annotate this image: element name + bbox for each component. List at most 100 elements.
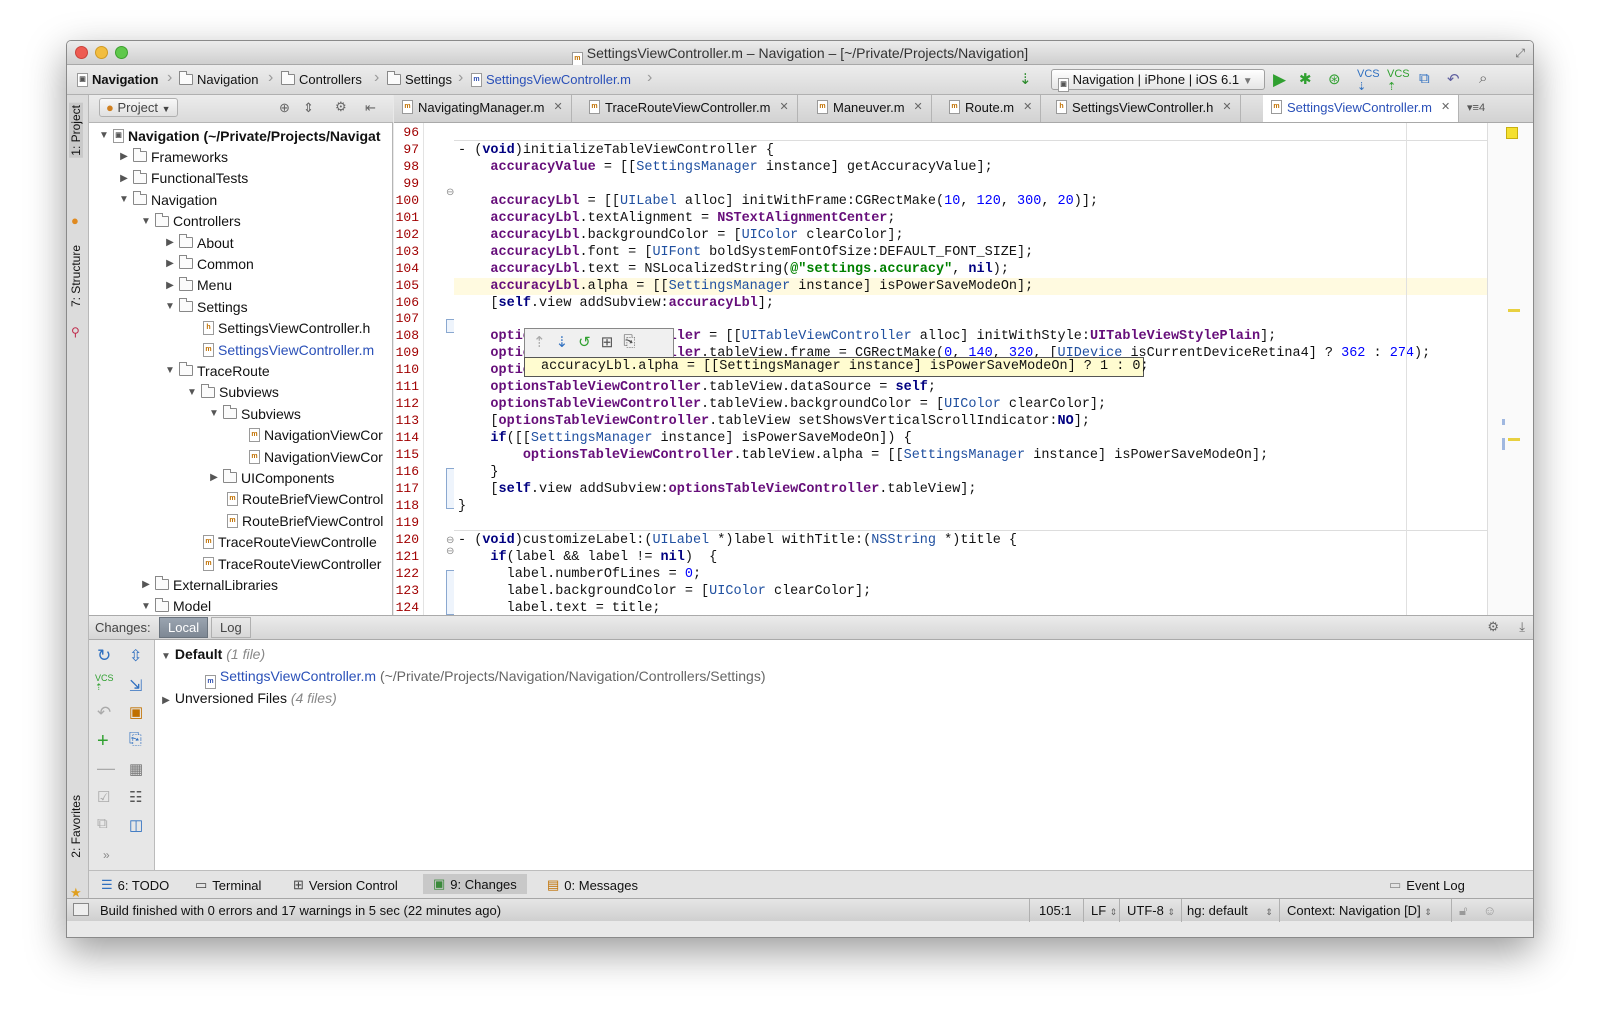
line-number[interactable]: 120 (396, 532, 419, 547)
changed-file-row[interactable]: m SettingsViewController.m (~/Private/Pr… (205, 668, 766, 689)
tree-node[interactable]: m TraceRouteViewControlle (189, 532, 377, 553)
tree-node[interactable]: ▶ Menu (165, 275, 232, 296)
editor-tab[interactable]: m TraceRouteViewController.m ✕ (581, 95, 798, 122)
editor-tab[interactable]: h SettingsViewController.h ✕ (1048, 95, 1241, 122)
close-icon[interactable]: ✕ (914, 100, 923, 113)
line-number[interactable]: 111 (396, 379, 419, 394)
line-number[interactable]: 109 (396, 345, 419, 360)
line-number[interactable]: 106 (396, 295, 419, 310)
tree-node[interactable]: ▼ Controllers (141, 211, 241, 232)
tree-node[interactable]: m SettingsViewController.m (189, 339, 374, 360)
tree-node[interactable]: m RouteBriefViewControl (213, 489, 383, 510)
profile-icon[interactable]: ⊛ (1328, 70, 1341, 88)
collapse-all-icon[interactable]: ⇕ (303, 100, 314, 116)
line-number[interactable]: 116 (396, 464, 419, 479)
expand-all-icon[interactable]: ⇳ (129, 646, 142, 666)
expanded-triangle-icon[interactable]: ▼ (165, 365, 175, 376)
close-icon[interactable]: ✕ (553, 100, 562, 113)
breadcrumb-settings[interactable]: Settings (387, 71, 452, 87)
code-line[interactable]: } (458, 498, 466, 515)
tab-local[interactable]: Local (159, 617, 209, 638)
breadcrumb-project[interactable]: ▣ Navigation (77, 72, 158, 87)
tree-node[interactable]: h SettingsViewController.h (189, 318, 370, 339)
previous-change-icon[interactable]: ⇡ (533, 333, 546, 354)
line-number[interactable]: 101 (396, 210, 419, 225)
changes-tool-button[interactable]: ▣ 9: Changes (423, 874, 527, 894)
code-line[interactable]: [self.view addSubview:accuracyLbl]; (458, 295, 774, 312)
code-line[interactable]: } (458, 464, 498, 481)
tree-node[interactable]: m NavigationViewCor (235, 446, 383, 467)
revert-icon[interactable]: ↶ (97, 703, 111, 723)
tree-node[interactable]: ▶ Common (165, 253, 254, 274)
vcs-commit-icon[interactable]: VCS ⇡ (1387, 68, 1410, 93)
line-number[interactable]: 118 (396, 498, 419, 513)
code-line[interactable]: - (void)initializeTableViewController { (458, 142, 774, 159)
make-icon[interactable]: ⇣ (1019, 70, 1032, 88)
version-control-tool-button[interactable]: ⊞ Version Control (293, 877, 398, 893)
search-icon[interactable]: ⌕ (1479, 70, 1487, 87)
line-number[interactable]: 107 (396, 311, 419, 326)
hide-icon[interactable]: ⤓ (1519, 619, 1525, 635)
context-select[interactable]: Context: Navigation [D] ⇕ (1287, 903, 1432, 918)
warning-status-icon[interactable] (1506, 127, 1518, 139)
tree-node[interactable]: ▼ Subviews (187, 382, 279, 403)
line-number[interactable]: 108 (396, 328, 419, 343)
tree-node[interactable]: ▼ ▣ Navigation (~/Private/Projects/Navigat (99, 125, 380, 146)
code-line[interactable]: - (void)customizeLabel:(UILabel *)label … (458, 532, 1017, 549)
compare-icon[interactable]: ⧉ (1419, 70, 1430, 87)
add-icon[interactable]: + (97, 730, 109, 753)
breadcrumb-module[interactable]: Navigation (179, 71, 258, 87)
code-line[interactable]: label.numberOfLines = 0; (458, 566, 701, 583)
error-stripe[interactable] (1487, 123, 1533, 615)
line-number[interactable]: 122 (396, 566, 419, 581)
code-line[interactable]: optionsTableViewController.tableView.dat… (458, 379, 936, 396)
line-number[interactable]: 100 (396, 193, 419, 208)
toggle-tool-windows-icon[interactable] (73, 903, 89, 916)
collapsed-triangle-icon[interactable]: ▶ (209, 472, 219, 483)
code-line[interactable]: accuracyLbl.font = [UIFont boldSystemFon… (458, 244, 1033, 261)
tree-node[interactable]: m NavigationViewCor (235, 425, 383, 446)
tree-node[interactable]: ▼ Subviews (209, 403, 301, 424)
code-line[interactable]: accuracyLbl = [[UILabel alloc] initWithF… (458, 193, 1098, 210)
line-number[interactable]: 110 (396, 362, 419, 377)
tree-node[interactable]: ▼ Navigation (119, 189, 217, 210)
copy-icon[interactable]: ⎘ (623, 333, 635, 354)
terminal-tool-button[interactable]: ▭ Terminal (195, 877, 261, 893)
line-number[interactable]: 112 (396, 396, 419, 411)
line-number[interactable]: 117 (396, 481, 419, 496)
line-number[interactable]: 98 (403, 159, 419, 174)
lock-icon[interactable]: 🔓︎ (1459, 903, 1467, 919)
code-line[interactable]: [optionsTableViewController.tableView se… (458, 413, 1090, 430)
code-line[interactable]: label.backgroundColor = [UIColor clearCo… (458, 583, 872, 600)
expanded-triangle-icon[interactable]: ▼ (119, 194, 129, 205)
change-marker[interactable] (1502, 419, 1505, 425)
line-number[interactable]: 97 (403, 142, 419, 157)
line-number[interactable]: 113 (396, 413, 419, 428)
group-icon[interactable]: ▦ (129, 760, 143, 778)
code-line[interactable]: accuracyLbl.textAlignment = NSTextAlignm… (458, 210, 895, 227)
tree-node[interactable]: ▶ About (165, 232, 234, 253)
expanded-triangle-icon[interactable]: ▼ (209, 408, 219, 419)
close-icon[interactable]: ✕ (1441, 100, 1450, 113)
tree-node[interactable]: ▼ Settings (165, 296, 248, 317)
next-change-icon[interactable]: ⇣ (556, 333, 569, 354)
warning-marker[interactable] (1508, 438, 1520, 441)
revert-icon[interactable]: ↶ (1447, 70, 1460, 88)
collapsed-triangle-icon[interactable]: ▶ (141, 579, 151, 590)
line-number[interactable]: 104 (396, 261, 419, 276)
breadcrumb-file[interactable]: m SettingsViewController.m (471, 72, 631, 87)
encoding-select[interactable]: UTF-8 ⇕ (1127, 903, 1175, 918)
line-number[interactable]: 96 (403, 125, 419, 140)
collapsed-triangle-icon[interactable]: ▶ (165, 237, 175, 248)
unversioned-files[interactable]: ▶ Unversioned Files (4 files) (161, 690, 337, 706)
tree-node[interactable]: m RouteBriefViewControl (213, 510, 383, 531)
checkbox-icon[interactable]: ☑ (97, 788, 110, 806)
line-number[interactable]: 119 (396, 515, 419, 530)
code-line[interactable]: if([[SettingsManager instance] isPowerSa… (458, 430, 911, 447)
line-number[interactable]: 123 (396, 583, 419, 598)
close-icon[interactable]: ✕ (1023, 100, 1032, 113)
vcs-branch-select[interactable]: hg: default ⇕ (1187, 903, 1273, 918)
changelist-icon[interactable]: ▣ (129, 703, 143, 721)
editor-tab[interactable]: m Route.m ✕ (941, 95, 1042, 122)
tree-node[interactable]: ▶ Frameworks (119, 146, 228, 167)
